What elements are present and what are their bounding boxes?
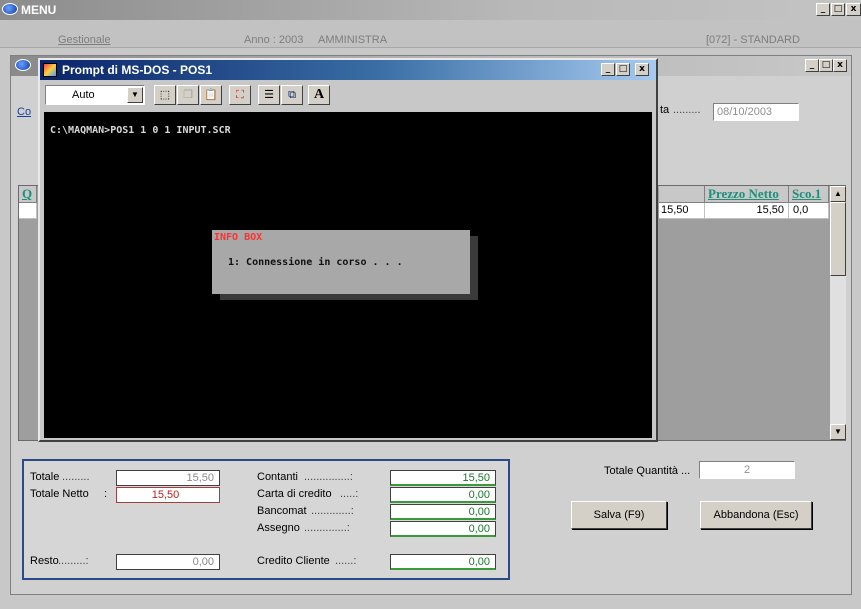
grid-cell-partial[interactable]: 15,50 (659, 203, 705, 219)
payment-field-bancomat[interactable]: 0,00 (390, 504, 496, 520)
dos-window-title: Prompt di MS-DOS - POS1 (62, 63, 213, 77)
scroll-thumb[interactable] (830, 202, 846, 276)
resto-field[interactable]: 0,00 (116, 554, 220, 570)
salva-button[interactable]: Salva (F9) (571, 501, 667, 529)
column-header-prev[interactable] (659, 186, 705, 203)
fullscreen-icon[interactable]: ⛶ (229, 85, 251, 105)
totale-field[interactable]: 15,50 (116, 470, 220, 486)
menu-window-title: MENU (21, 3, 57, 17)
dos-console[interactable]: C:\MAQMAN>POS1 1 0 1 INPUT.SCR INFO BOX … (44, 112, 652, 438)
minimize-icon[interactable]: _ (805, 59, 819, 72)
font-size-value: Auto (72, 89, 95, 101)
info-box: INFO BOX 1: Connessione in corso . . . (212, 230, 470, 294)
column-header-sconto1[interactable]: Sco.1 (789, 186, 829, 203)
dos-prompt-line: C:\MAQMAN>POS1 1 0 1 INPUT.SCR (50, 125, 231, 136)
date-label: ta (660, 104, 670, 116)
payment-label-bancomat: Bancomat (257, 505, 307, 517)
chevron-down-icon[interactable]: ▼ (127, 87, 143, 103)
maximize-icon[interactable]: □ (819, 59, 833, 72)
maximize-icon[interactable]: □ (831, 3, 845, 16)
column-header-q[interactable]: Q (19, 186, 37, 203)
totale-quantita-label: Totale Quantità ... (604, 465, 691, 477)
window-logo-icon (15, 59, 31, 71)
close-icon[interactable]: x (846, 3, 861, 16)
menu-titlebar: MENU _ □ x (0, 0, 861, 20)
payment-label-credito: Credito Cliente (257, 555, 330, 567)
totale-netto-label: Totale Netto (30, 488, 89, 500)
payment-field-contanti[interactable]: 15,50 (390, 470, 496, 486)
maximize-icon[interactable]: □ (616, 63, 630, 76)
payment-label-assegno: Assegno (257, 522, 300, 534)
close-icon[interactable]: x (833, 59, 847, 72)
date-field[interactable]: 08/10/2003 (713, 103, 799, 121)
totale-quantita-field[interactable]: 2 (699, 461, 795, 479)
payment-label-carta: Carta di credito (257, 488, 332, 500)
menu-infobar: Gestionale Anno : 2003 AMMINISTRA [072] … (0, 20, 861, 48)
menu-user-label: AMMINISTRA (318, 34, 388, 46)
partial-field-label[interactable]: Co (17, 106, 31, 118)
minimize-icon[interactable]: _ (601, 63, 615, 76)
payment-field-assegno[interactable]: 0,00 (390, 521, 496, 537)
grid-cell-sconto1[interactable]: 0,0 (789, 203, 829, 219)
paste-icon[interactable]: 📋 (200, 85, 222, 105)
grid-cell[interactable] (19, 203, 37, 219)
scroll-up-icon[interactable]: ▲ (830, 186, 846, 202)
menu-year-label: Anno : 2003 (244, 34, 304, 46)
menu-module-label[interactable]: Gestionale (58, 34, 111, 46)
totale-label: Totale (30, 471, 60, 483)
info-box-title: INFO BOX (214, 232, 263, 243)
copy-icon[interactable]: ❐ (177, 85, 199, 105)
dos-titlebar[interactable]: Prompt di MS-DOS - POS1 _ □ x (40, 60, 656, 80)
grid-cell-prezzo-netto[interactable]: 15,50 (705, 203, 789, 219)
resto-label: Resto (30, 555, 59, 567)
close-icon[interactable]: x (635, 63, 649, 76)
info-box-message: 1: Connessione in corso . . . (228, 257, 403, 268)
properties-icon[interactable]: ☰ (258, 85, 280, 105)
minimize-icon[interactable]: _ (816, 3, 830, 16)
abbandona-button[interactable]: Abbandona (Esc) (700, 501, 812, 529)
font-icon[interactable]: A (308, 85, 330, 105)
font-size-select[interactable]: Auto ▼ (45, 85, 145, 105)
totale-netto-field[interactable]: 15,50 (116, 487, 220, 503)
dos-window[interactable]: Prompt di MS-DOS - POS1 _ □ x Auto ▼ ⬚ ❐… (38, 58, 658, 442)
payment-field-credito[interactable]: 0,00 (390, 554, 496, 570)
menu-code-label: [072] - STANDARD (706, 34, 800, 46)
dos-toolbar: Auto ▼ ⬚ ❐ 📋 ⛶ ☰ ⧉ A (40, 80, 656, 110)
payment-label-contanti: Contanti (257, 471, 298, 483)
totals-panel: Totale ......... 15,50 Totale Netto : 15… (22, 459, 510, 580)
dos-app-icon[interactable] (43, 63, 57, 77)
column-header-prezzo-netto[interactable]: Prezzo Netto (705, 186, 789, 203)
app-logo-icon[interactable] (2, 3, 18, 15)
background-icon[interactable]: ⧉ (281, 85, 303, 105)
scroll-down-icon[interactable]: ▼ (830, 424, 846, 440)
payment-field-carta[interactable]: 0,00 (390, 487, 496, 503)
mark-icon[interactable]: ⬚ (154, 85, 176, 105)
grid-scrollbar[interactable]: ▲ ▼ (830, 186, 846, 440)
